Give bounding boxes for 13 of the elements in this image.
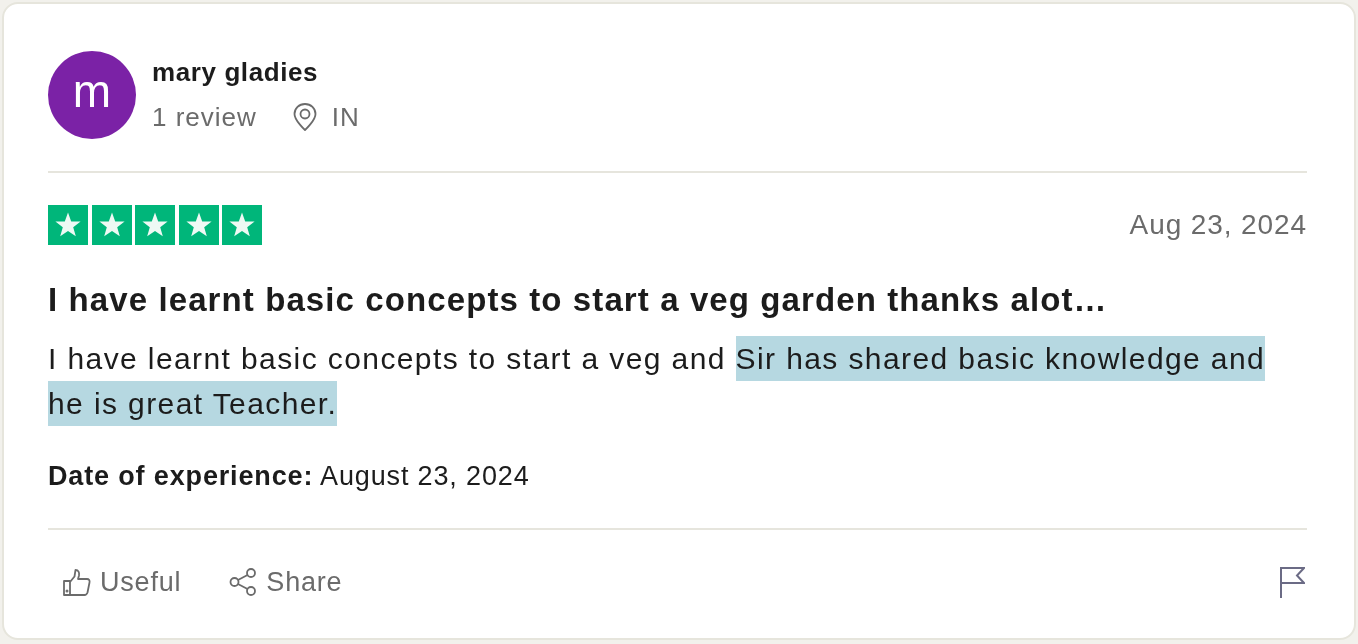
share-icon [229, 568, 258, 596]
review-date: Aug 23, 2024 [1129, 209, 1307, 241]
country-code: IN [331, 101, 360, 133]
share-button[interactable]: Share [214, 560, 358, 604]
reviewer-name: mary gladies [152, 57, 319, 87]
review-count: 1 review [152, 101, 257, 133]
useful-button[interactable]: Useful [48, 560, 197, 604]
thumbs-up-icon [63, 568, 91, 596]
avatar: m [48, 51, 136, 139]
location-pin-icon [292, 103, 317, 131]
flag-icon [1280, 566, 1305, 598]
review-title: I have learnt basic concepts to start a veg garden thanks alot… [48, 281, 1108, 319]
experience-date: Date of experience: August 23, 2024 [48, 460, 530, 492]
